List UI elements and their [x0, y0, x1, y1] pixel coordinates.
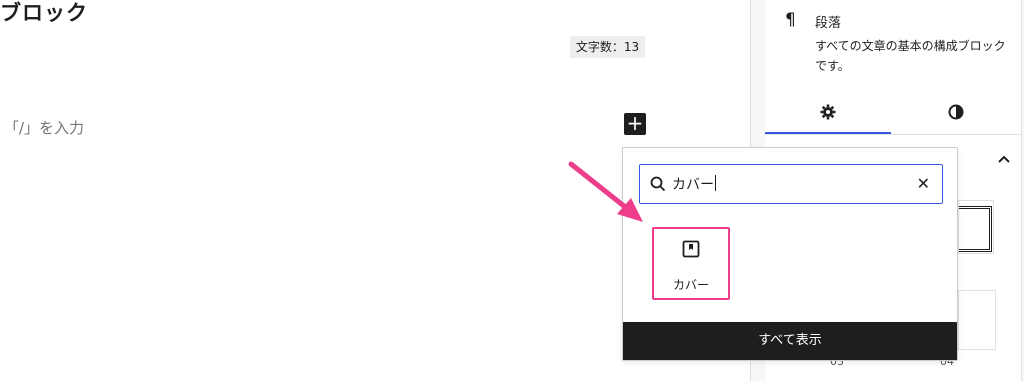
- cover-icon: [682, 240, 700, 262]
- text-cursor: [715, 175, 716, 191]
- page-title: ブロック: [0, 1, 88, 25]
- word-count-badge: 文字数：13: [570, 36, 645, 58]
- add-block-button[interactable]: +: [624, 113, 646, 135]
- search-icon: [650, 176, 666, 196]
- block-inserter-popover: カバー ✕ カバー すべて表示: [622, 147, 958, 361]
- close-icon[interactable]: ✕: [917, 174, 930, 193]
- paragraph-icon: ¶: [785, 10, 796, 30]
- style-preview-double-border[interactable]: [958, 200, 994, 254]
- chevron-up-icon[interactable]: [997, 152, 1011, 168]
- inspector-tabs: [765, 92, 1021, 135]
- show-all-button[interactable]: すべて表示: [623, 322, 957, 360]
- search-value[interactable]: カバー: [672, 174, 716, 194]
- block-result-cover[interactable]: カバー: [652, 227, 730, 300]
- annotation-arrow: [568, 161, 643, 222]
- block-result-label: カバー: [672, 278, 709, 292]
- gear-icon: [820, 101, 836, 120]
- block-description: すべての文章の基本の構成ブロックです。: [815, 39, 1006, 73]
- style-preview-plain[interactable]: [958, 290, 996, 350]
- half-circle-icon: [948, 101, 964, 120]
- search-value-text: カバー: [672, 177, 714, 193]
- tab-settings[interactable]: [765, 92, 891, 134]
- block-name: 段落: [815, 16, 842, 31]
- tab-styles[interactable]: [893, 92, 1019, 132]
- paragraph-placeholder[interactable]: 「/」を入力: [4, 117, 84, 138]
- search-input[interactable]: カバー ✕: [639, 164, 943, 204]
